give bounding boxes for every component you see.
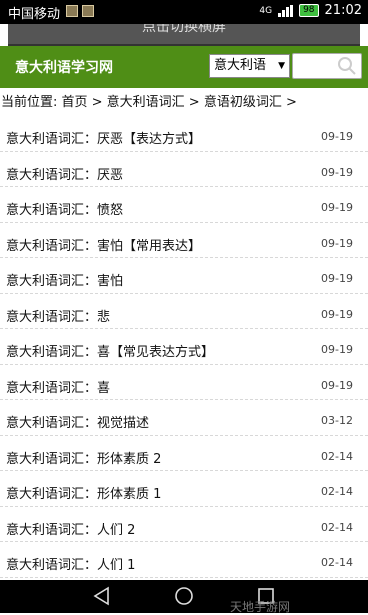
list-item[interactable]: 意大利语词汇：人们 2 02-14 (0, 507, 368, 542)
article-date: 09-19 (321, 236, 353, 250)
list-item[interactable]: 意大利语词汇：悲 09-19 (0, 294, 368, 329)
site-title[interactable]: 意大利语学习网 (15, 57, 113, 77)
banner-label: 点击切换横屏 (142, 24, 226, 35)
article-title[interactable]: 意大利语词汇：喜 (6, 377, 110, 396)
dropdown-arrow-icon: ▼ (278, 61, 285, 71)
list-item[interactable]: 意大利语词汇：喜 09-19 (0, 365, 368, 400)
article-title[interactable]: 意大利语词汇：喜【常见表达方式】 (6, 341, 214, 360)
article-title[interactable]: 意大利语词汇：厌恶 (6, 164, 123, 183)
article-date: 09-19 (321, 343, 353, 356)
article-title[interactable]: 意大利语词汇：害怕 (6, 270, 123, 289)
list-item[interactable]: 意大利语词汇：厌恶【表达方式】 09-19 (0, 116, 368, 152)
article-list: 意大利语词汇：厌恶【表达方式】 09-19 意大利语词汇：厌恶 09-19 意大利语… (0, 116, 368, 578)
carrier-label: 中国移动 (8, 7, 61, 22)
article-title[interactable]: 意大利语词汇：害怕【常用表达】 (6, 235, 201, 254)
clock: 21:02 (324, 3, 362, 18)
back-icon[interactable] (91, 585, 113, 607)
app-notification-icon (66, 5, 78, 17)
breadcrumb[interactable]: 当前位置: 首页 > 意大利语词汇 > 意语初级词汇 > (1, 91, 297, 110)
battery-icon: 98 (299, 4, 319, 17)
system-nav-bar (0, 580, 368, 613)
search-input[interactable] (292, 53, 362, 79)
language-select-value: 意大利语 (214, 58, 267, 73)
image-notification-icon (82, 5, 94, 17)
article-date: 09-19 (321, 201, 353, 214)
article-date: 09-19 (321, 130, 353, 143)
rotate-screen-banner[interactable]: 点击切换横屏 (8, 24, 360, 46)
article-title[interactable]: 意大利语词汇：形体素质 2 (6, 448, 161, 467)
signal-icon (278, 4, 294, 17)
article-date: 02-14 (321, 485, 353, 498)
article-date: 09-19 (321, 307, 353, 321)
list-item[interactable]: 意大利语词汇：人们 1 02-14 (0, 542, 368, 578)
article-title[interactable]: 意大利语词汇：视觉描述 (6, 412, 149, 431)
article-date: 02-14 (321, 520, 353, 534)
network-type-label: 4G (259, 5, 273, 16)
list-item[interactable]: 意大利语词汇：害怕【常用表达】 09-19 (0, 223, 368, 258)
article-date: 02-14 (321, 556, 353, 569)
article-date: 09-19 (321, 378, 353, 392)
list-item[interactable]: 意大利语词汇：视觉描述 03-12 (0, 400, 368, 436)
article-title[interactable]: 意大利语词汇：形体素质 1 (6, 483, 161, 502)
search-icon[interactable] (337, 56, 357, 76)
article-title[interactable]: 意大利语词汇：厌恶【表达方式】 (6, 128, 201, 147)
list-item[interactable]: 意大利语词汇：喜【常见表达方式】 09-19 (0, 329, 368, 365)
list-item[interactable]: 意大利语词汇：形体素质 2 02-14 (0, 436, 368, 471)
article-title[interactable]: 意大利语词汇：悲 (6, 306, 110, 325)
status-bar: 中国移动 4G 98 21:02 (0, 0, 368, 24)
list-item[interactable]: 意大利语词汇：愤怒 09-19 (0, 187, 368, 223)
list-item[interactable]: 意大利语词汇：厌恶 09-19 (0, 152, 368, 187)
article-date: 03-12 (321, 414, 353, 427)
home-icon[interactable] (173, 585, 195, 607)
site-header: 意大利语学习网 意大利语 ▼ (0, 46, 368, 88)
article-title[interactable]: 意大利语词汇：人们 2 (6, 519, 135, 538)
watermark: 天地手游网 (229, 600, 290, 614)
article-date: 09-19 (321, 165, 353, 179)
article-title[interactable]: 意大利语词汇：愤怒 (6, 199, 123, 218)
language-select[interactable]: 意大利语 ▼ (209, 54, 290, 78)
article-date: 02-14 (321, 449, 353, 463)
article-date: 09-19 (321, 272, 353, 285)
list-item[interactable]: 意大利语词汇：形体素质 1 02-14 (0, 471, 368, 507)
list-item[interactable]: 意大利语词汇：害怕 09-19 (0, 258, 368, 294)
article-title[interactable]: 意大利语词汇：人们 1 (6, 554, 135, 573)
